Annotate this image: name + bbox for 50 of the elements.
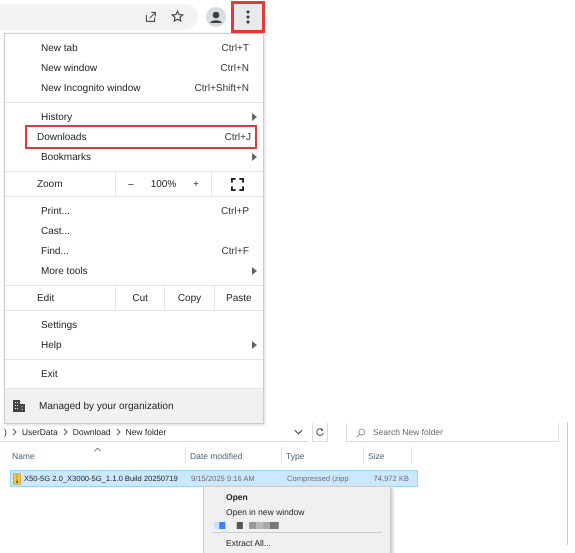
- menu-item[interactable]: New window Ctrl+N: [9, 58, 259, 78]
- column-header[interactable]: Date modified: [186, 447, 282, 465]
- zoom-level: 100%: [150, 178, 176, 190]
- sort-caret-icon: [94, 447, 101, 452]
- menu-item[interactable]: Settings: [9, 315, 259, 335]
- bookmark-star-icon[interactable]: [171, 10, 184, 23]
- menu-item[interactable]: Bookmarks: [9, 147, 259, 167]
- context-menu-item[interactable]: Open in new window: [204, 504, 390, 519]
- column-header[interactable]: Name: [0, 447, 186, 465]
- menu-item[interactable]: Downloads Ctrl+J: [27, 127, 255, 147]
- menu-item[interactable]: History: [9, 107, 259, 127]
- column-header[interactable]: Type: [282, 447, 364, 465]
- fullscreen-icon: [231, 178, 244, 190]
- column-header[interactable]: Size: [364, 447, 412, 465]
- edit-action-button[interactable]: Cut: [115, 286, 164, 310]
- zip-folder-icon: [13, 472, 21, 484]
- refresh-icon: [315, 426, 325, 436]
- breadcrumb-item[interactable]: Download: [72, 426, 111, 436]
- zoom-in-button[interactable]: +: [186, 178, 206, 190]
- dropdown-icon[interactable]: [294, 428, 303, 434]
- profile-avatar-icon[interactable]: [206, 6, 226, 26]
- menu-item[interactable]: Exit: [9, 364, 259, 384]
- context-menu-item[interactable]: Extract All...: [204, 535, 390, 550]
- menu-item[interactable]: New Incognito window Ctrl+Shift+N: [9, 78, 259, 98]
- menu-label: Edit: [36, 292, 56, 306]
- search-icon: [356, 428, 366, 438]
- managed-footer[interactable]: Managed by your organization: [5, 388, 263, 423]
- menu-item[interactable]: Find... Ctrl+F: [9, 241, 259, 261]
- building-icon: [13, 400, 25, 412]
- edit-action-button[interactable]: Copy: [164, 286, 214, 310]
- menu-item[interactable]: More tools: [9, 261, 259, 281]
- menu-item[interactable]: Cast...: [9, 221, 259, 241]
- chevron-icon: [12, 428, 17, 436]
- chevron-icon: [116, 428, 121, 436]
- menu-item[interactable]: Help: [9, 335, 259, 355]
- menu-button[interactable]: [234, 4, 262, 30]
- menu-item[interactable]: New tab Ctrl+T: [9, 38, 259, 58]
- context-menu-item[interactable]: Open: [204, 489, 390, 504]
- share-icon[interactable]: [144, 10, 157, 23]
- refresh-button[interactable]: [312, 422, 328, 442]
- more-vertical-icon: [246, 10, 250, 24]
- chevron-icon: [62, 428, 68, 436]
- search-field[interactable]: Search New folder: [346, 422, 559, 442]
- menu-label: Zoom: [36, 178, 64, 192]
- menu-item[interactable]: Print... Ctrl+P: [9, 201, 259, 221]
- breadcrumb-item[interactable]: UserData: [22, 426, 58, 436]
- zoom-out-button[interactable]: –: [120, 178, 141, 190]
- breadcrumb-item[interactable]: ): [4, 426, 7, 436]
- breadcrumb-item[interactable]: New folder: [126, 426, 166, 436]
- edit-action-button[interactable]: Paste: [214, 286, 263, 310]
